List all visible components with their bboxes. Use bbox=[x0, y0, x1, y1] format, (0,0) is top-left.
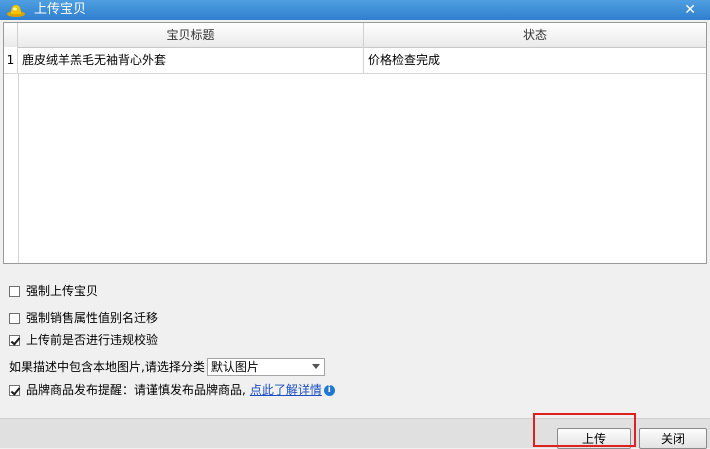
close-button[interactable]: 关闭 bbox=[639, 428, 707, 449]
image-category-row: 如果描述中包含本地图片,请选择分类 默认图片 bbox=[9, 357, 325, 377]
brand-notice-checkbox[interactable] bbox=[9, 384, 20, 396]
violation-check-option[interactable]: 上传前是否进行违规校验 bbox=[9, 331, 158, 349]
button-bar: 上传 关闭 bbox=[0, 418, 710, 449]
force-upload-option[interactable]: 强制上传宝贝 bbox=[9, 282, 98, 300]
items-table: 宝贝标题 状态 1 鹿皮绒羊羔毛无袖背心外套 价格检查完成 bbox=[3, 22, 707, 264]
row-index: 1 bbox=[4, 47, 18, 73]
hat-icon bbox=[7, 5, 25, 17]
window-title: 上传宝贝 bbox=[34, 2, 87, 17]
violation-check-label: 上传前是否进行违规校验 bbox=[26, 333, 159, 347]
image-category-select[interactable]: 默认图片 bbox=[206, 358, 325, 376]
index-column-fill bbox=[4, 74, 19, 263]
alias-migrate-label: 强制销售属性值别名迁移 bbox=[26, 311, 159, 325]
row-title: 鹿皮绒羊羔毛无袖背心外套 bbox=[18, 47, 364, 73]
close-icon[interactable]: ✕ bbox=[684, 0, 696, 20]
brand-notice-option[interactable]: 品牌商品发布提醒：请谨慎发布品牌商品, 点此了解详情 i bbox=[9, 381, 335, 399]
upload-window: 上传宝贝 ✕ 宝贝标题 状态 1 鹿皮绒羊羔毛无袖背心外套 价格检查完成 强制上… bbox=[0, 0, 710, 449]
header-title[interactable]: 宝贝标题 bbox=[18, 23, 364, 47]
force-upload-label: 强制上传宝贝 bbox=[26, 284, 99, 298]
upload-button[interactable]: 上传 bbox=[557, 428, 631, 449]
alias-migrate-checkbox[interactable] bbox=[9, 312, 20, 324]
info-icon[interactable]: i bbox=[323, 384, 335, 396]
force-upload-checkbox[interactable] bbox=[9, 285, 20, 297]
image-category-prompt: 如果描述中包含本地图片,请选择分类 bbox=[9, 360, 205, 374]
title-bar: 上传宝贝 ✕ bbox=[0, 0, 710, 20]
image-category-value: 默认图片 bbox=[210, 360, 259, 374]
row-status: 价格检查完成 bbox=[368, 53, 441, 67]
header-status[interactable]: 状态 bbox=[364, 23, 706, 47]
chevron-down-icon bbox=[311, 364, 320, 369]
table-row[interactable]: 1 鹿皮绒羊羔毛无袖背心外套 价格检查完成 bbox=[4, 47, 706, 74]
alias-migrate-option[interactable]: 强制销售属性值别名迁移 bbox=[9, 309, 158, 327]
header-index bbox=[4, 23, 18, 47]
violation-check-checkbox[interactable] bbox=[9, 334, 20, 346]
table-header: 宝贝标题 状态 bbox=[4, 23, 706, 48]
brand-details-link[interactable]: 点此了解详情 bbox=[250, 381, 322, 399]
brand-notice-label: 品牌商品发布提醒：请谨慎发布品牌商品, bbox=[26, 383, 246, 397]
